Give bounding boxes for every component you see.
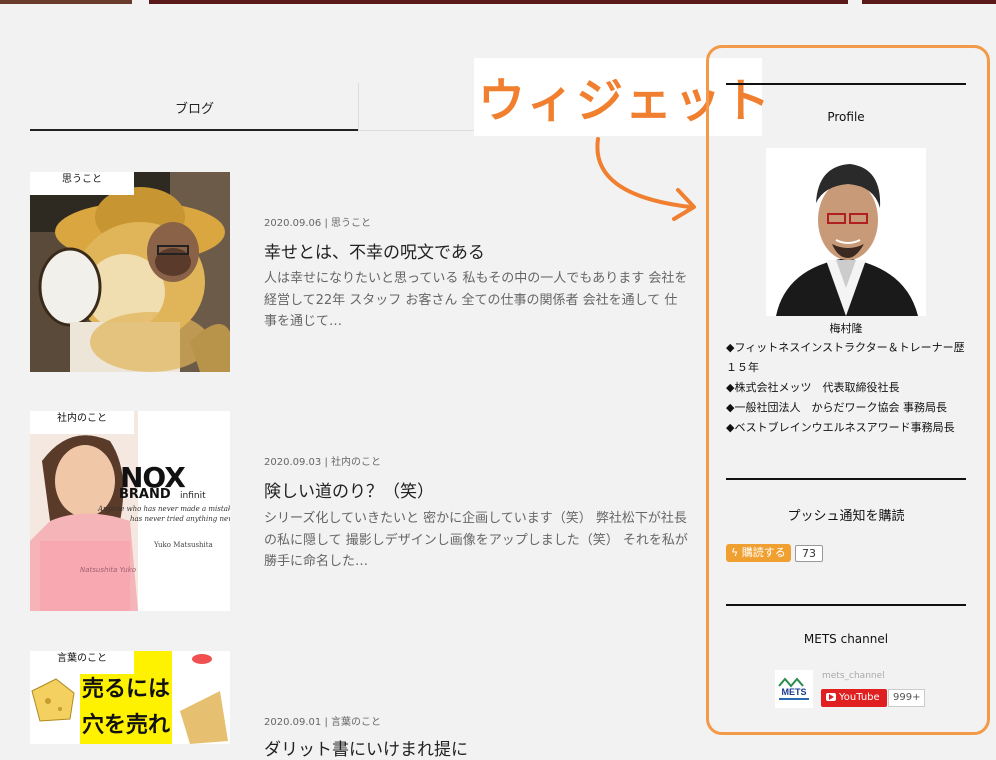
post-excerpt: シリーズ化していきたいと 密かに企画しています（笑） 弊社松下が社長の私に隠して… [264, 511, 688, 569]
profile-line: ◆株式会社メッツ 代表取締役社長 [726, 381, 900, 394]
profile-line: ◆一般社団法人 からだワーク協会 事務局長 [726, 401, 947, 414]
thumb-book-line1: 売るには [82, 677, 171, 702]
profile-name: 梅村隆 [829, 322, 863, 335]
profile-line: ◆ベストブレインウエルネスアワード事務局長 [726, 421, 955, 434]
channel-logo[interactable]: METS [775, 670, 813, 708]
post-meta-category[interactable]: 言葉のこと [331, 717, 381, 728]
thumb-quote-line1: Anyone who has never made a mistake [98, 505, 230, 513]
post-meta-category[interactable]: 思うこと [331, 218, 371, 229]
profile-line: ◆フィットネスインストラクター＆トレーナー歴１５年 [726, 341, 965, 374]
post-thumbnail[interactable]: 売るには 穴を売れ 言葉のこと [30, 651, 230, 744]
tab-blog[interactable]: ブログ [175, 98, 214, 117]
post-meta-category[interactable]: 社内のこと [331, 457, 381, 468]
post-meta: 2020.09.01 | 言葉のこと [264, 713, 381, 728]
youtube-subscribe-button[interactable]: YouTube [821, 689, 887, 707]
push-subscribe-button[interactable]: ϟ 購読する [726, 544, 791, 562]
youtube-play-icon [826, 693, 836, 701]
widget-title-youtube: METS channel [803, 632, 889, 646]
push-subscriber-count: 73 [795, 545, 823, 562]
thumb-book-line2: 穴を売れ [82, 713, 171, 738]
post-title[interactable]: 幸せとは、不幸の呪文である [264, 238, 485, 263]
push-subscribe-label: 購読する [741, 546, 786, 559]
post-thumbnail[interactable]: 思うこと [30, 172, 230, 372]
thumb-quote-line2: has never tried anything new [130, 515, 230, 523]
category-tag[interactable]: 言葉のこと [30, 651, 134, 674]
channel-name[interactable]: mets_channel [822, 671, 885, 681]
thumb-name: Yuko Matsushita [154, 541, 213, 549]
post-title[interactable]: 険しい道のり？（笑） [264, 477, 434, 502]
youtube-subscriber-count: 999+ [888, 689, 926, 707]
widget-title-profile: Profile [827, 110, 865, 124]
header-image-strip-left [0, 0, 132, 4]
thumb-signature: Natsushita Yuko [80, 566, 137, 574]
channel-logo-text: METS [781, 687, 806, 697]
header-image-strip-center [149, 0, 848, 4]
widget-rule [726, 604, 966, 606]
category-tag[interactable]: 思うこと [30, 172, 134, 195]
post-meta: 2020.09.03 | 社内のこと [264, 453, 381, 468]
post-excerpt: 人は幸せになりたいと思っている 私もその中の一人でもあります 会社を経営して22… [264, 271, 688, 329]
tab-active-indicator [30, 129, 358, 131]
thumb-brand-suffix: infinit [180, 491, 206, 501]
widget-rule [726, 83, 966, 85]
lightning-icon: ϟ [731, 546, 739, 559]
thumb-brand-brand: BRAND [119, 487, 171, 502]
post-date: 2020.09.03 [264, 457, 322, 468]
annotation-arrow-icon [595, 137, 696, 221]
post-meta: 2020.09.06 | 思うこと [264, 214, 371, 229]
tab-divider [358, 83, 359, 130]
post-date: 2020.09.01 [264, 717, 322, 728]
profile-avatar [766, 148, 926, 316]
category-tag[interactable]: 社内のこと [30, 411, 134, 434]
widget-title-push: プッシュ通知を購読 [787, 509, 905, 524]
post-thumbnail[interactable]: NOX BRAND infinit Anyone who has never m… [30, 411, 230, 611]
post-thumbnail-image-cutout-board [30, 172, 230, 372]
widget-rule [726, 478, 966, 480]
youtube-button-label: YouTube [839, 692, 880, 703]
post-date: 2020.09.06 [264, 218, 322, 229]
post-title[interactable]: ダリット書にいけまれ提に [264, 735, 468, 760]
header-image-strip-right [862, 0, 996, 4]
